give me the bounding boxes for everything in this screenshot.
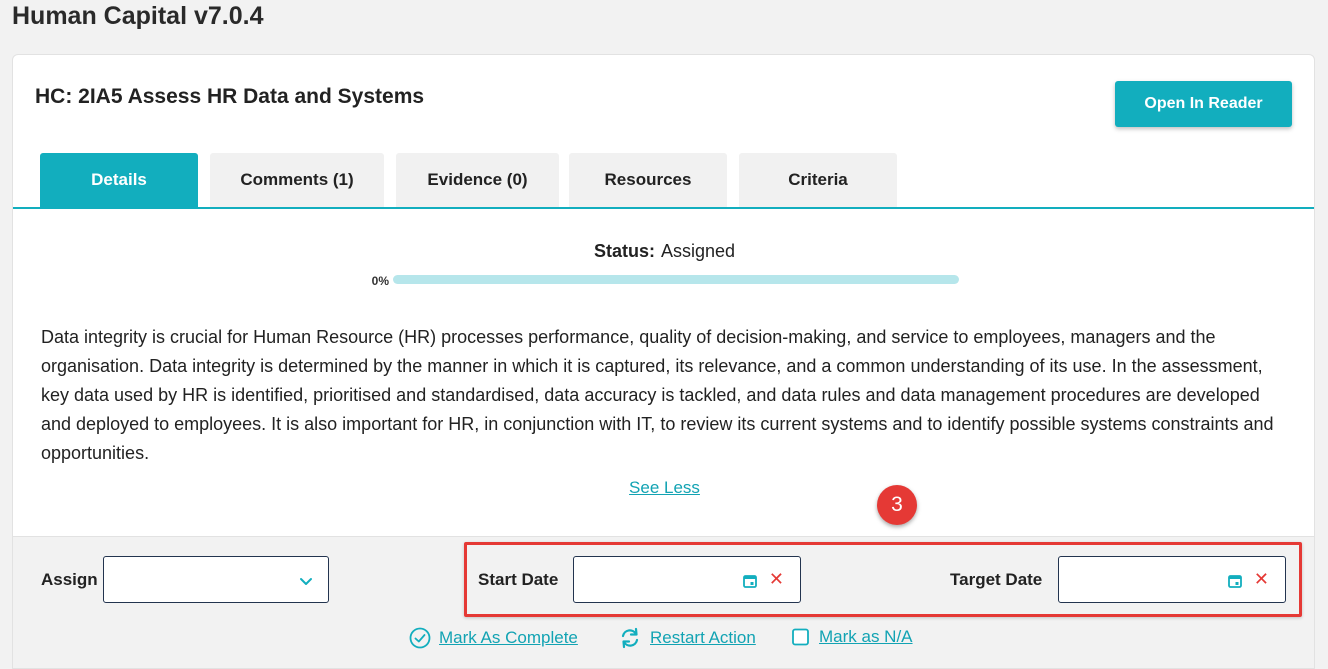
checkbox-icon[interactable] [791, 627, 811, 647]
mark-complete-link[interactable]: Mark As Complete [409, 627, 578, 649]
tab-details[interactable]: Details [40, 153, 198, 207]
restart-icon [621, 627, 639, 649]
status-row: Status: Assigned [13, 241, 1314, 262]
start-date-label: Start Date [478, 570, 559, 589]
assign-select[interactable] [103, 556, 329, 603]
mark-complete-label[interactable]: Mark As Complete [439, 628, 578, 648]
see-less-link[interactable]: See Less [13, 478, 1314, 498]
clear-icon[interactable]: ✕ [769, 569, 784, 589]
app-title: Human Capital v7.0.4 [12, 2, 264, 30]
mark-na-link[interactable]: Mark as N/A [791, 627, 913, 647]
progress-bar [393, 275, 959, 284]
tab-criteria[interactable]: Criteria [739, 153, 897, 207]
target-date-label: Target Date [950, 570, 1043, 589]
action-form-panel: Assign Start Date ✕ Target Date ✕ Mark A… [13, 536, 1314, 668]
target-date-field[interactable]: ✕ [1058, 556, 1286, 603]
see-less-label[interactable]: See Less [629, 478, 700, 497]
action-description: Data integrity is crucial for Human Reso… [41, 327, 1274, 463]
status-value: Assigned [660, 241, 736, 261]
start-date-field[interactable]: ✕ [573, 556, 801, 603]
calendar-icon[interactable] [1227, 573, 1243, 589]
tab-comments[interactable]: Comments (1) [210, 153, 384, 207]
open-in-reader-button[interactable]: Open In Reader [1115, 81, 1292, 127]
callout-badge: 3 [877, 485, 917, 525]
assign-label: Assign [41, 570, 98, 589]
restart-action-label[interactable]: Restart Action [650, 628, 756, 648]
tab-resources[interactable]: Resources [569, 153, 727, 207]
check-circle-icon [409, 627, 431, 649]
calendar-icon[interactable] [742, 573, 758, 589]
progress-percent: 0% [371, 274, 389, 288]
clear-icon[interactable]: ✕ [1254, 569, 1269, 589]
tab-bar: Details Comments (1) Evidence (0) Resour… [13, 153, 1314, 209]
action-card: HC: 2IA5 Assess HR Data and Systems Open… [12, 54, 1315, 669]
action-title: HC: 2IA5 Assess HR Data and Systems [35, 85, 425, 108]
tab-evidence[interactable]: Evidence (0) [396, 153, 559, 207]
chevron-down-icon [300, 578, 312, 585]
mark-na-label[interactable]: Mark as N/A [819, 627, 913, 647]
status-label: Status: [593, 241, 655, 261]
restart-action-link[interactable]: Restart Action [618, 627, 756, 649]
